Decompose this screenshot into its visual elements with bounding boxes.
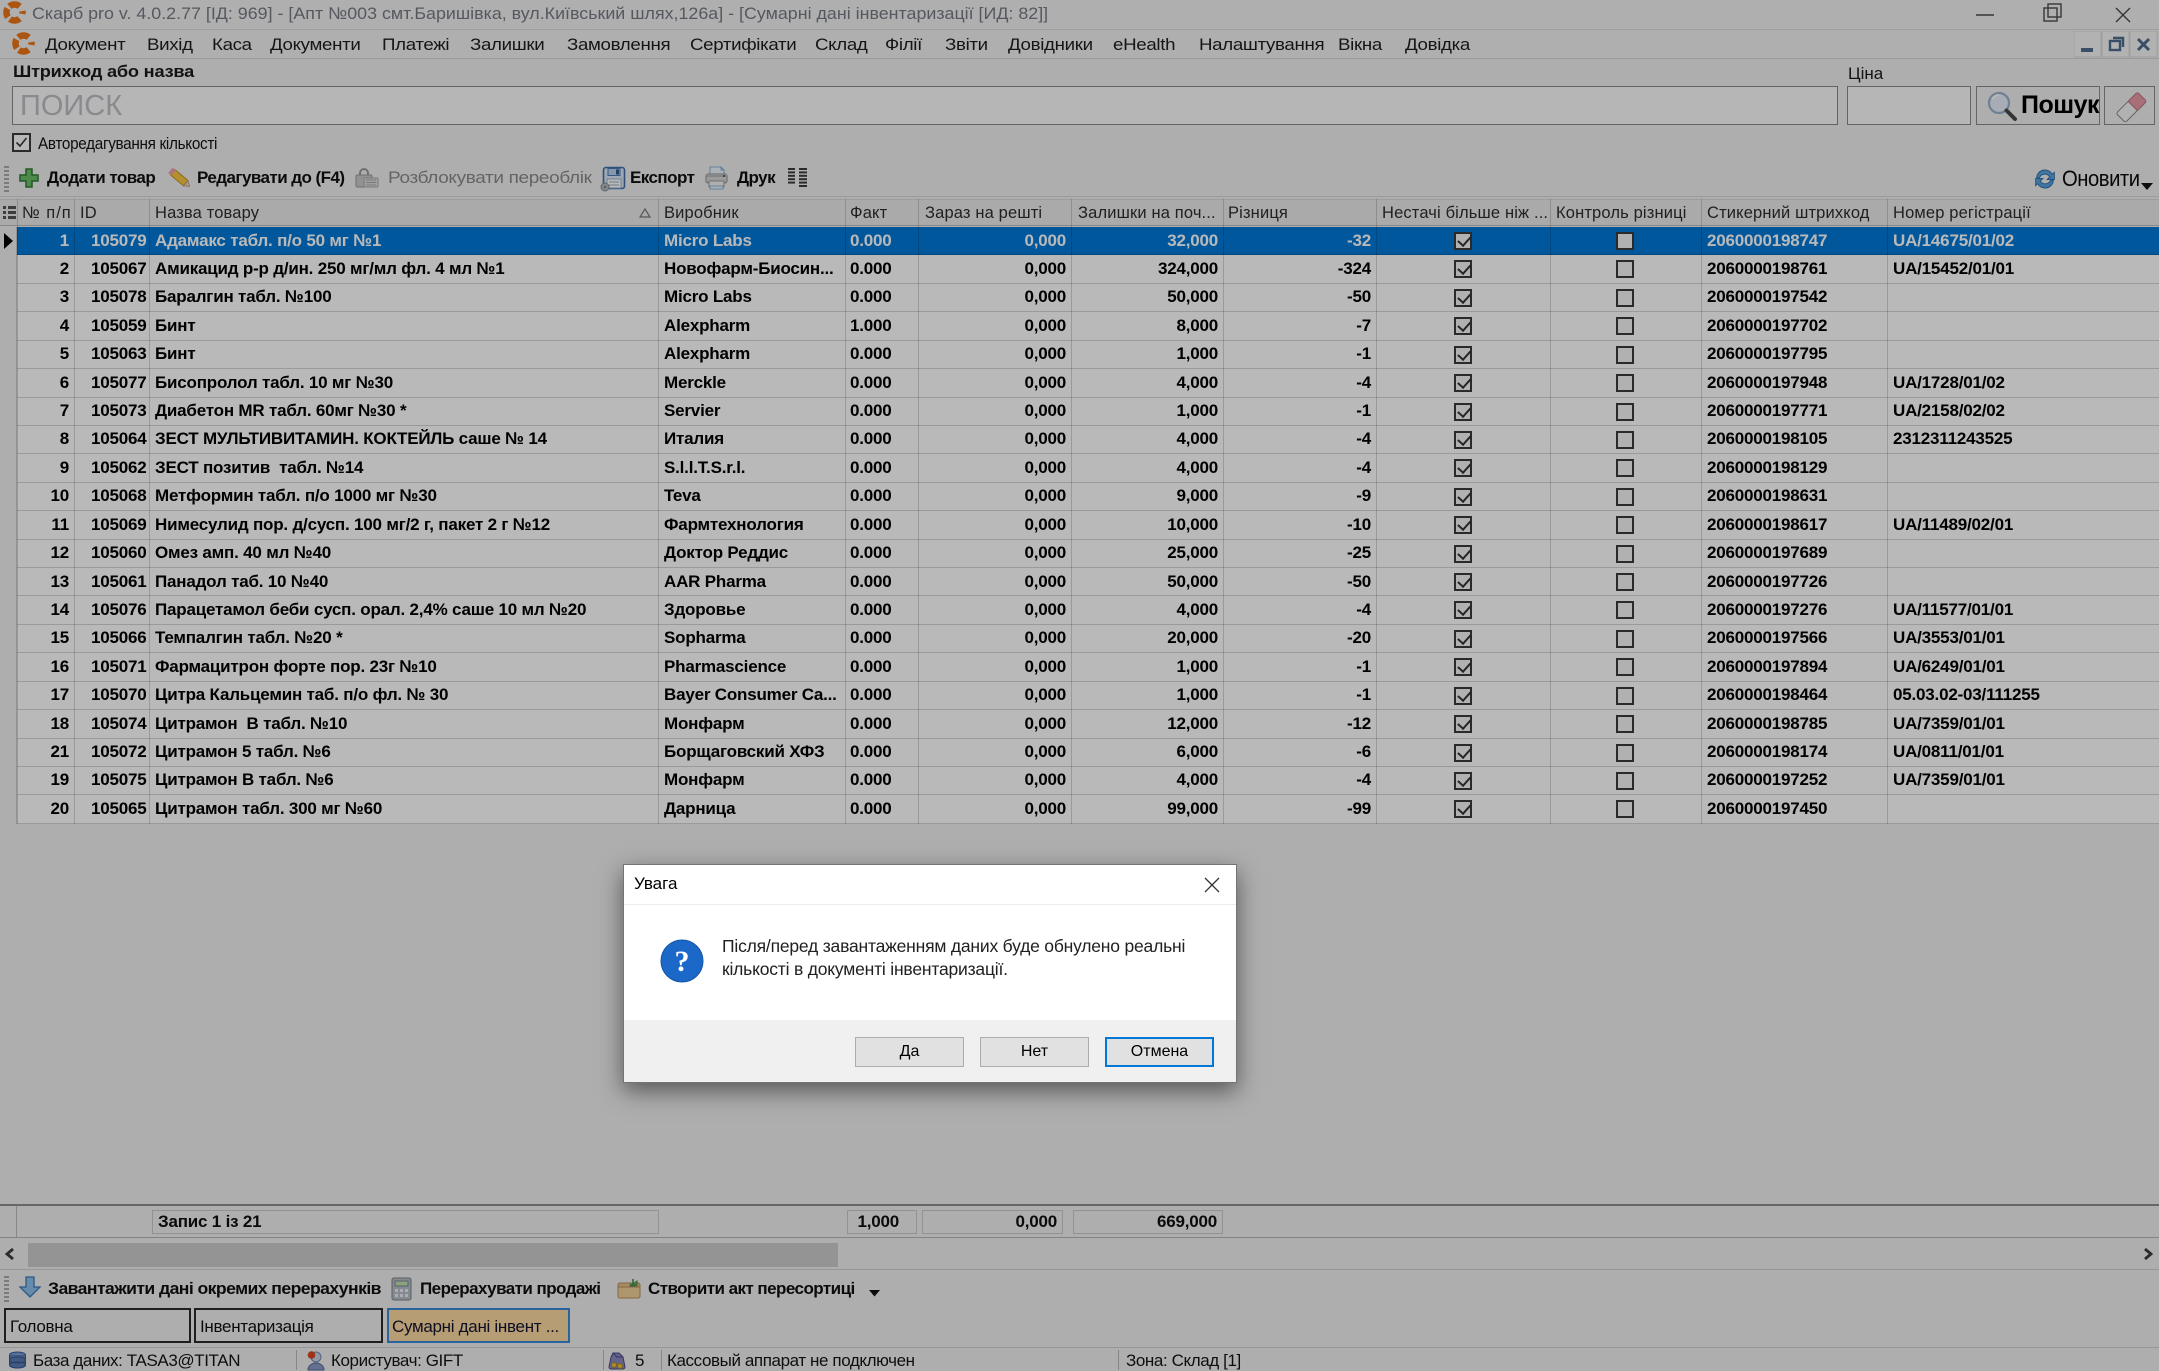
svg-text:?: ?	[675, 945, 690, 978]
